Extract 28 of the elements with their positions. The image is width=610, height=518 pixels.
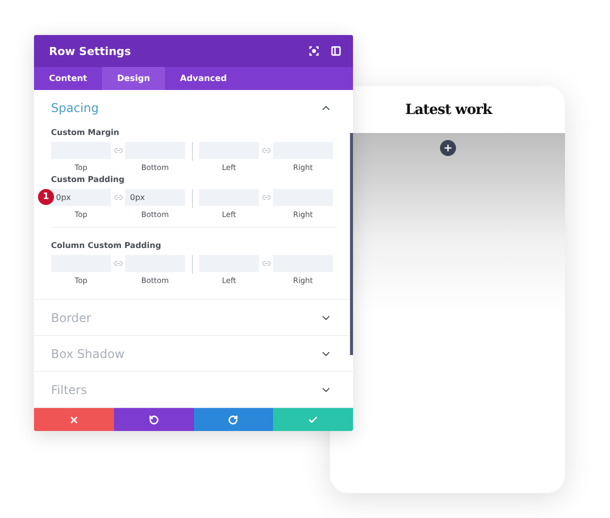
group-label: Custom Padding — [51, 175, 126, 184]
redo-icon — [228, 414, 238, 424]
panel-title: Row Settings — [49, 44, 132, 58]
link-icon[interactable] — [262, 146, 270, 155]
fullscreen-icon[interactable] — [309, 46, 319, 56]
group-label: Column Custom Padding — [51, 241, 162, 250]
sidebar-icon[interactable] — [331, 46, 341, 56]
link-icon[interactable] — [114, 146, 122, 155]
link-icon[interactable] — [114, 259, 122, 268]
undo-icon — [148, 414, 159, 424]
input-field[interactable]: 0px — [51, 189, 111, 206]
tab[interactable]: Design — [102, 67, 166, 90]
section-heading: Latest work — [405, 102, 492, 118]
tab[interactable]: Advanced — [165, 67, 242, 90]
close-icon — [68, 414, 79, 424]
checkmark-icon — [308, 414, 318, 424]
link-icon[interactable] — [114, 193, 122, 202]
input-field[interactable]: 0px — [125, 189, 185, 206]
link-icon[interactable] — [262, 193, 270, 202]
add-button[interactable] — [440, 140, 456, 156]
plus-icon — [442, 143, 452, 153]
group-label: Custom Margin — [51, 128, 120, 137]
undo-button[interactable] — [114, 408, 194, 431]
link-icon[interactable] — [262, 259, 270, 268]
redo-button[interactable] — [194, 408, 274, 431]
save-button[interactable] — [273, 408, 353, 431]
section-header[interactable]: Spacing — [34, 90, 353, 125]
tab[interactable]: Content — [34, 67, 102, 90]
